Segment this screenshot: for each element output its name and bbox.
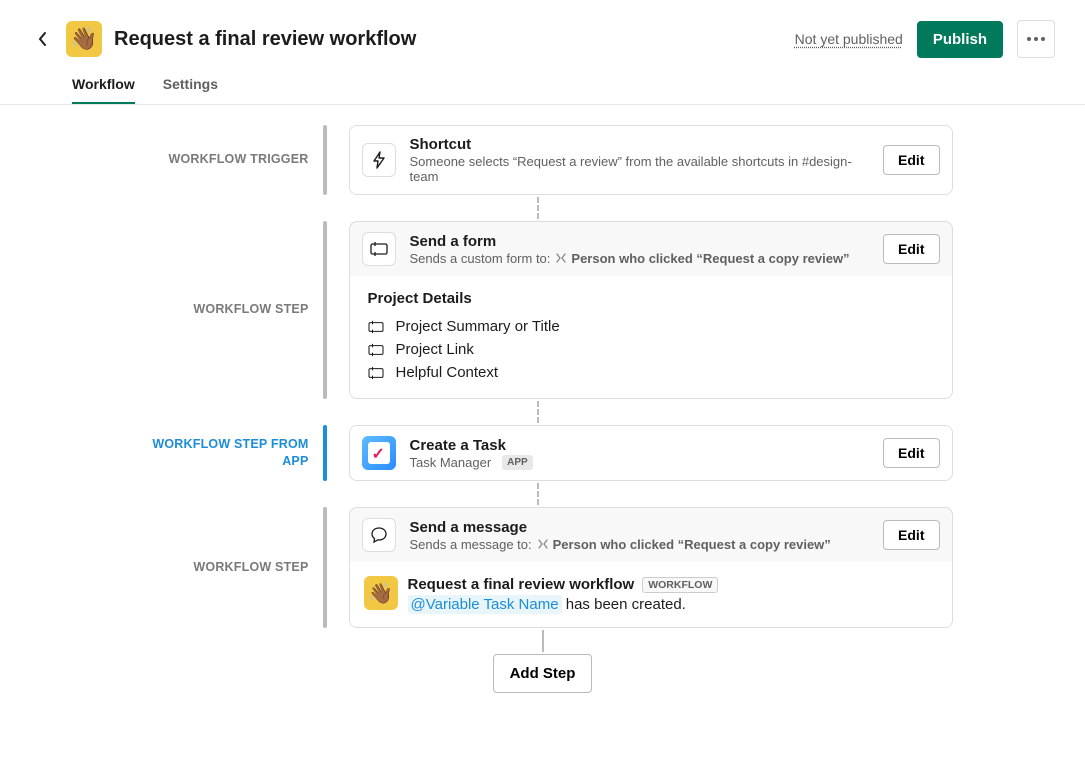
edit-app-step-button[interactable]: Edit	[883, 438, 939, 468]
form-input-icon	[370, 241, 388, 257]
field-icon	[368, 366, 384, 380]
message-icon	[362, 518, 396, 552]
workflow-canvas: WORKFLOW TRIGGER Shortcut Someone select…	[0, 105, 1085, 737]
connector	[537, 483, 539, 505]
edit-trigger-button[interactable]: Edit	[883, 145, 939, 175]
label-step: WORKFLOW STEP	[133, 221, 323, 399]
variable-icon	[537, 538, 549, 550]
add-step-button[interactable]: Add Step	[493, 654, 593, 693]
label-trigger: WORKFLOW TRIGGER	[133, 125, 323, 195]
chevron-left-icon	[37, 31, 47, 47]
workflow-emoji-icon: 👋🏾	[364, 576, 398, 610]
app-step-title: Create a Task	[410, 437, 870, 454]
task-manager-app-icon: ✓	[362, 436, 396, 470]
connector	[537, 401, 539, 423]
form-field: Helpful Context	[368, 361, 934, 384]
form-step-desc: Sends a custom form to: Person who click…	[410, 251, 870, 266]
app-step-card[interactable]: ✓ Create a Task Task Manager APP Edit	[349, 425, 953, 481]
field-icon	[368, 320, 384, 334]
field-icon	[368, 343, 384, 357]
form-step-title: Send a form	[410, 233, 870, 250]
variable-icon	[555, 252, 567, 264]
form-icon	[362, 232, 396, 266]
publish-button[interactable]: Publish	[917, 21, 1003, 58]
tabs: Workflow Settings	[0, 58, 1085, 105]
workflow-badge: WORKFLOW	[642, 577, 718, 593]
edit-form-button[interactable]: Edit	[883, 234, 939, 264]
edit-message-button[interactable]: Edit	[883, 520, 939, 550]
message-step-desc: Sends a message to: Person who clicked “…	[410, 537, 870, 552]
connector	[542, 630, 544, 652]
form-step-card[interactable]: Send a form Sends a custom form to: Pers…	[349, 221, 953, 399]
publish-status[interactable]: Not yet published	[795, 31, 903, 47]
app-badge: APP	[502, 455, 533, 470]
label-step-from-app: WORKFLOW STEP FROM APP	[133, 425, 323, 481]
tab-workflow[interactable]: Workflow	[72, 76, 135, 104]
app-step-sub: Task Manager APP	[410, 455, 870, 470]
step-indicator-active	[323, 425, 327, 481]
workflow-emoji-icon: 👋🏾	[66, 21, 102, 57]
back-button[interactable]	[30, 27, 54, 51]
trigger-title: Shortcut	[410, 136, 870, 153]
message-step-card[interactable]: Send a message Sends a message to: Perso…	[349, 507, 953, 628]
ellipsis-icon	[1027, 37, 1045, 41]
step-indicator	[323, 125, 327, 195]
step-indicator	[323, 221, 327, 399]
more-actions-button[interactable]	[1017, 20, 1055, 58]
message-step-title: Send a message	[410, 519, 870, 536]
trigger-card[interactable]: Shortcut Someone selects “Request a revi…	[349, 125, 953, 195]
message-workflow-name: Request a final review workflow	[408, 576, 635, 593]
label-step: WORKFLOW STEP	[133, 507, 323, 628]
trigger-desc: Someone selects “Request a review” from …	[410, 154, 870, 184]
lightning-icon	[370, 151, 388, 169]
form-field: Project Link	[368, 338, 934, 361]
shortcut-icon	[362, 143, 396, 177]
form-section-title: Project Details	[368, 290, 934, 307]
connector	[537, 197, 539, 219]
builder-header: 👋🏾 Request a final review workflow Not y…	[0, 0, 1085, 58]
step-indicator	[323, 507, 327, 628]
form-field: Project Summary or Title	[368, 315, 934, 338]
chat-bubble-icon	[370, 526, 388, 544]
tab-settings[interactable]: Settings	[163, 76, 218, 104]
message-preview: @Variable Task Name has been created.	[408, 596, 938, 613]
workflow-title: Request a final review workflow	[114, 28, 416, 51]
variable-token: @Variable Task Name	[408, 595, 562, 614]
